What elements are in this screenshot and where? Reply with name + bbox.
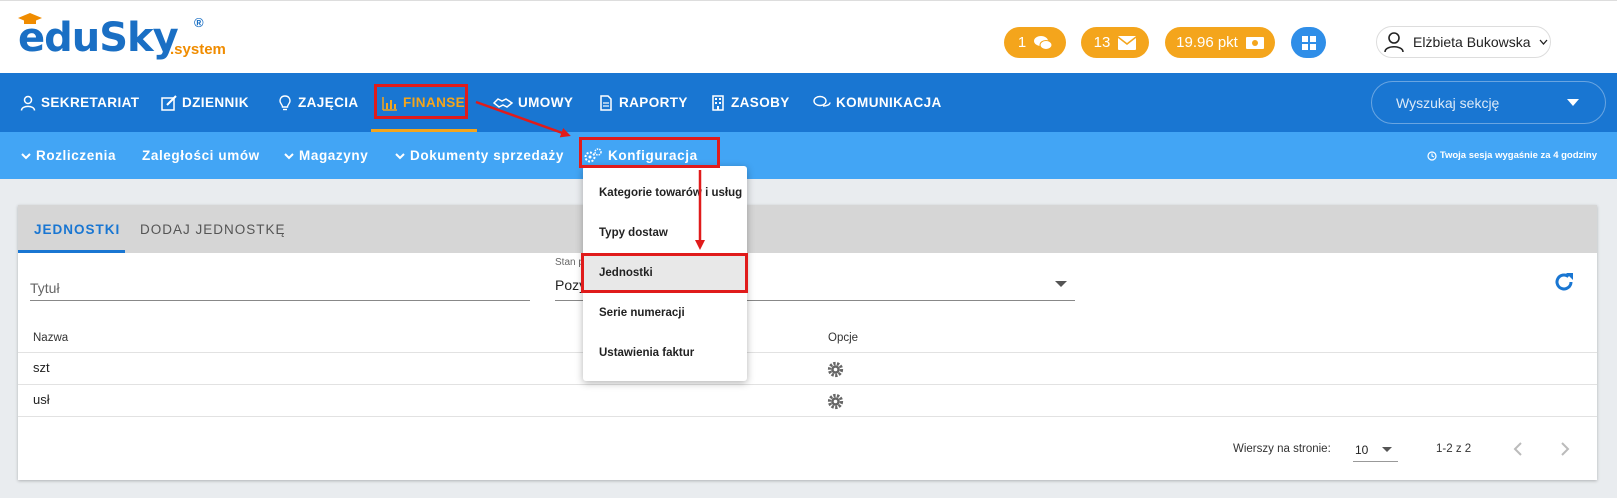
gear-icon[interactable] (827, 393, 844, 410)
chevron-right-icon[interactable] (1558, 441, 1572, 457)
user-menu[interactable]: Elżbieta Bukowska (1376, 26, 1551, 58)
subnav-label: Magazyny (299, 148, 369, 163)
row-name: szt (33, 360, 50, 375)
messages-pill[interactable]: 1 (1004, 27, 1066, 58)
nav-item-komunikacja[interactable]: KOMUNIKACJA (813, 73, 942, 132)
chevron-down-icon (395, 152, 405, 159)
main-navigation: SEKRETARIAT DZIENNIK ZAJĘCIA FINANSE UMO… (0, 73, 1617, 132)
row-divider (18, 416, 1597, 417)
title-filter-placeholder: Tytuł (30, 280, 60, 296)
subnav-item-magazyny[interactable]: Magazyny (284, 132, 368, 179)
menu-item-serie-numeracji[interactable]: Serie numeracji (583, 293, 747, 333)
row-name: usł (33, 392, 50, 407)
highlight-jednostki (581, 253, 748, 293)
highlight-finanse (374, 84, 468, 119)
user-icon (20, 95, 36, 111)
caret-down-icon (1567, 99, 1579, 106)
nav-item-zajecia[interactable]: ZAJĘCIA (277, 73, 359, 132)
menu-item-kategorie-towarow[interactable]: Kategorie towarów i usług (583, 173, 747, 213)
user-icon (1384, 32, 1404, 53)
nav-item-zasoby[interactable]: ZASOBY (710, 73, 790, 132)
logo-main-text: eduSky (18, 15, 179, 61)
rows-per-page-label: Wierszy na stronie: (1233, 443, 1331, 455)
tab-dodaj-jednostke[interactable]: DODAJ JEDNOSTKĘ (140, 205, 286, 253)
row-divider (18, 384, 1597, 385)
rows-per-page-value: 10 (1355, 443, 1369, 457)
caret-down-icon (1382, 447, 1392, 452)
logo-suffix-text: .system (170, 41, 226, 58)
nav-label: DZIENNIK (182, 95, 249, 110)
subnav-label: Zaległości umów (142, 148, 260, 163)
nav-label: RAPORTY (619, 95, 688, 110)
top-header: eduSky .system ® 1 13 19.96 pkt Elżbieta… (0, 0, 1617, 73)
edit-icon (161, 94, 177, 111)
grid-icon (1301, 35, 1316, 50)
nav-item-dziennik[interactable]: DZIENNIK (161, 73, 249, 132)
nav-label: SEKRETARIAT (41, 95, 140, 110)
column-header-nazwa[interactable]: Nazwa (33, 332, 68, 344)
chevron-left-icon[interactable] (1511, 441, 1525, 457)
subnav-item-dokumenty-sprzedazy[interactable]: Dokumenty sprzedaży (395, 132, 564, 179)
section-search-select[interactable]: Wyszukaj sekcję (1371, 81, 1606, 124)
chevron-down-icon (284, 152, 294, 159)
mail-pill[interactable]: 13 (1081, 27, 1149, 58)
edusky-logo[interactable]: eduSky .system ® (18, 13, 248, 63)
nav-label: ZASOBY (731, 95, 790, 110)
points-pill[interactable]: 19.96 pkt (1165, 27, 1275, 58)
sub-navigation: Rozliczenia Zaległości umów Magazyny Dok… (0, 132, 1617, 179)
gear-icon[interactable] (827, 361, 844, 378)
card-tabs: JEDNOSTKI DODAJ JEDNOSTKĘ (18, 205, 1597, 253)
user-name: Elżbieta Bukowska (1413, 34, 1531, 50)
mail-icon (1118, 35, 1137, 50)
column-header-opcje: Opcje (828, 332, 859, 344)
nav-label: UMOWY (518, 95, 574, 110)
apps-grid-button[interactable] (1291, 27, 1326, 58)
highlight-konfiguracja (579, 137, 720, 168)
building-icon (712, 94, 724, 111)
nav-item-umowy[interactable]: UMOWY (493, 73, 573, 132)
chevron-down-icon (21, 152, 31, 159)
nav-item-sekretariat[interactable]: SEKRETARIAT (20, 73, 139, 132)
subnav-item-zaleglosci-umow[interactable]: Zaległości umów (142, 132, 260, 179)
nav-label: ZAJĘCIA (298, 95, 359, 110)
lightbulb-icon (279, 94, 291, 110)
mail-count: 13 (1093, 34, 1111, 51)
refresh-icon[interactable] (1553, 271, 1575, 293)
section-search-placeholder: Wyszukaj sekcję (1396, 94, 1500, 111)
caret-down-icon (1055, 281, 1067, 287)
menu-item-typy-dostaw[interactable]: Typy dostaw (583, 213, 747, 253)
logo-registered-mark: ® (194, 15, 204, 30)
chat-icon (1034, 35, 1053, 50)
messages-count: 1 (1017, 34, 1027, 51)
session-text: Twoja sesja wygaśnie za 4 godziny (1439, 150, 1597, 161)
title-filter-input[interactable]: Tytuł (30, 271, 530, 301)
clock-icon (1427, 150, 1437, 161)
pagination-range: 1-2 z 2 (1436, 443, 1472, 455)
tab-jednostki[interactable]: JEDNOSTKI (34, 205, 120, 253)
subnav-item-rozliczenia[interactable]: Rozliczenia (21, 132, 116, 179)
state-filter-label: Stan p (555, 257, 584, 268)
rows-per-page-select[interactable]: 10 (1353, 437, 1398, 462)
chevron-down-icon (1539, 39, 1548, 45)
money-icon (1245, 36, 1264, 49)
active-tab-indicator (18, 250, 125, 253)
subnav-label: Dokumenty sprzedaży (410, 148, 564, 163)
session-info: Twoja sesja wygaśnie za 4 godziny (1427, 132, 1597, 179)
points-value: 19.96 pkt (1176, 34, 1238, 51)
handshake-icon (493, 97, 513, 108)
header-divider (18, 352, 1597, 353)
chat-icon (813, 95, 831, 107)
subnav-label: Rozliczenia (36, 148, 117, 163)
nav-label: KOMUNIKACJA (836, 95, 942, 110)
document-icon (600, 94, 612, 111)
units-card: JEDNOSTKI DODAJ JEDNOSTKĘ Tytuł Stan p P… (18, 205, 1597, 480)
nav-item-raporty[interactable]: RAPORTY (598, 73, 688, 132)
menu-item-ustawienia-faktur[interactable]: Ustawienia faktur (583, 333, 747, 373)
